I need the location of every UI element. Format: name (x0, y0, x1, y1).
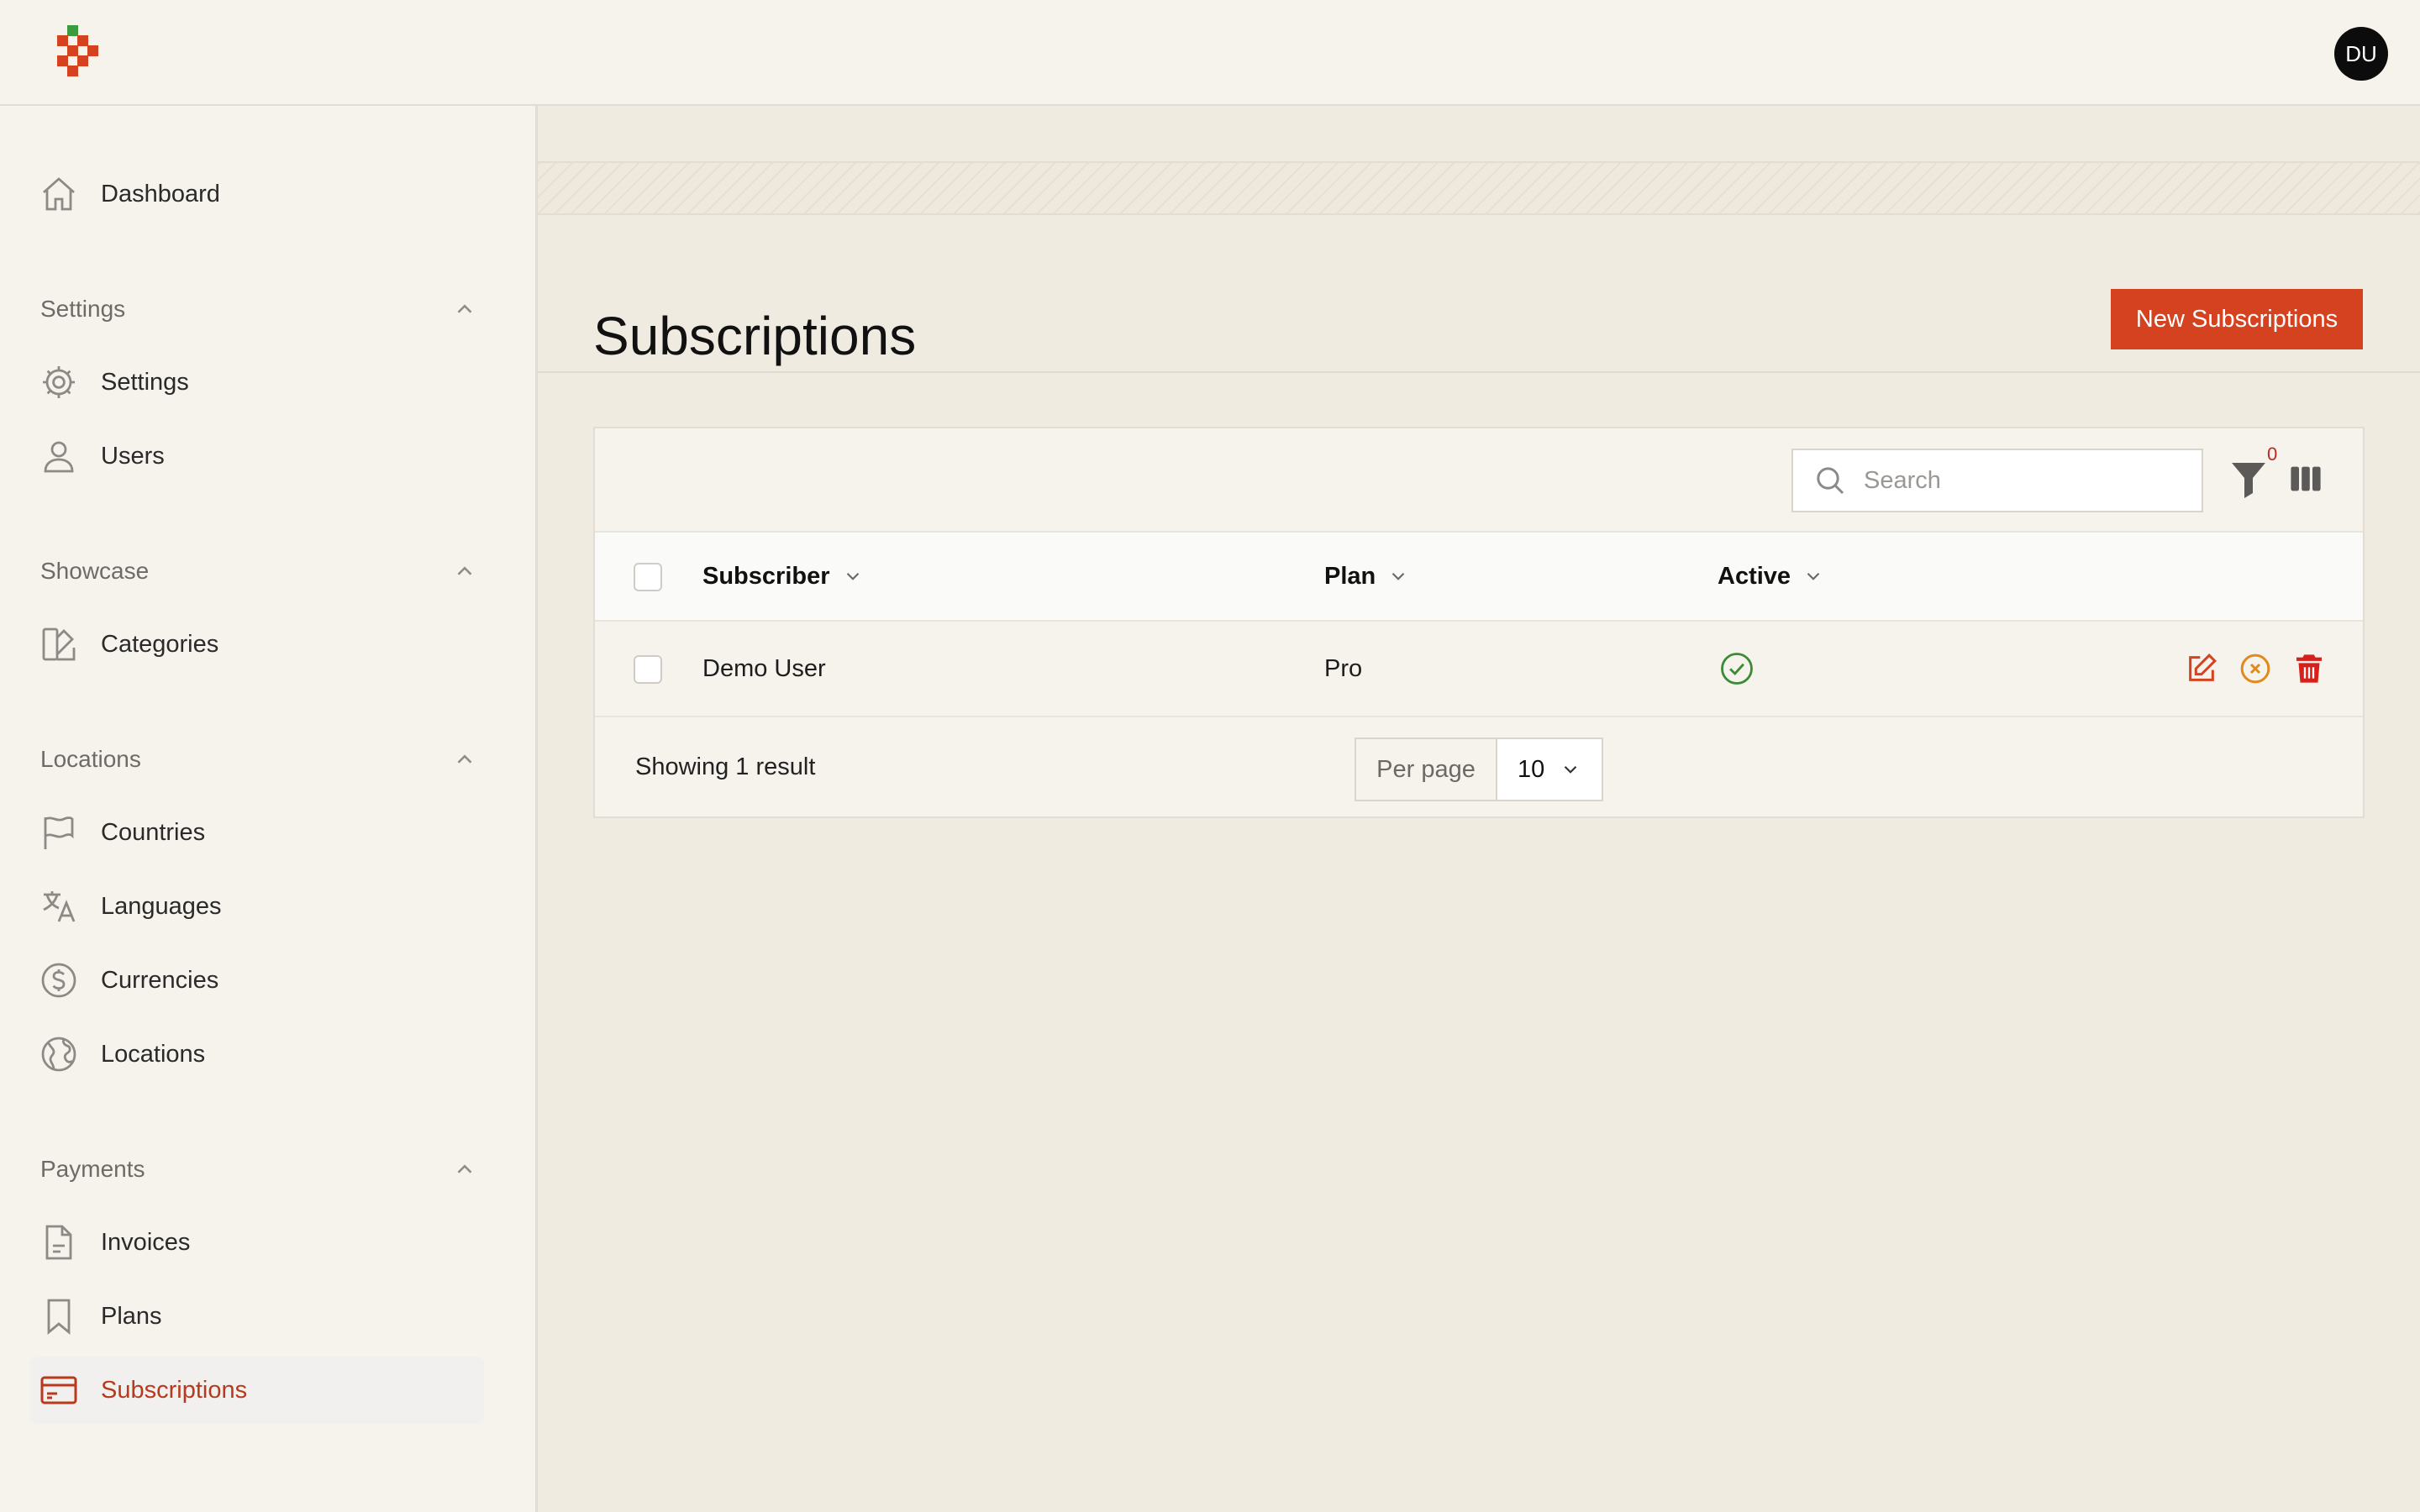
sidebar-item-invoices[interactable]: Invoices (30, 1209, 484, 1276)
bookmark-icon (47, 1299, 71, 1335)
sidebar-item-label: Locations (101, 1040, 206, 1068)
select-all-checkbox[interactable] (634, 563, 662, 591)
column-header-plan[interactable]: Plan (1324, 533, 1409, 620)
sidebar-item-label: Currencies (101, 966, 219, 994)
sidebar-item-categories[interactable]: Categories (30, 611, 484, 678)
sidebar-item-plans[interactable]: Plans (30, 1283, 484, 1350)
sidebar-item-label: Subscriptions (101, 1376, 248, 1404)
group-title: Showcase (40, 558, 150, 584)
column-label: Subscriber (702, 562, 830, 590)
check-circle-icon (1721, 653, 1753, 685)
document-icon (45, 1225, 72, 1260)
edit-icon[interactable] (2185, 652, 2218, 685)
column-header-active[interactable]: Active (1718, 533, 1824, 620)
result-count: Showing 1 result (635, 753, 816, 780)
sidebar-item-label: Invoices (101, 1228, 191, 1256)
table-footer: Showing 1 result Per page 10 (595, 717, 2363, 816)
per-page-selector[interactable]: Per page 10 (1355, 738, 1603, 801)
home-icon (43, 177, 75, 211)
search-box (1791, 449, 2203, 512)
user-icon (44, 441, 74, 473)
sidebar-item-label: Languages (101, 892, 222, 920)
sidebar-item-subscriptions[interactable]: Subscriptions (30, 1357, 484, 1424)
filter-count-badge: 0 (2267, 444, 2278, 465)
dollar-icon (41, 963, 76, 998)
table-header-row: Subscriber Plan Active (595, 531, 2363, 622)
categories-icon (42, 627, 76, 661)
chevron-down-icon (1392, 572, 1405, 580)
plan-cell: Pro (1324, 654, 1363, 682)
sidebar-item-settings[interactable]: Settings (30, 349, 484, 416)
sidebar-item-users[interactable]: Users (30, 423, 484, 490)
group-locations-toggle[interactable]: Locations (40, 738, 477, 780)
app-logo[interactable] (55, 24, 106, 82)
divider (538, 371, 2420, 373)
sidebar: Dashboard Settings Settings Users Showca… (0, 106, 538, 1512)
row-select-checkbox[interactable] (634, 655, 662, 684)
group-title: Locations (40, 746, 141, 772)
per-page-value: 10 (1518, 755, 1545, 783)
group-title: Settings (40, 296, 126, 322)
sidebar-item-dashboard[interactable]: Dashboard (30, 160, 484, 228)
sidebar-item-label: Countries (101, 818, 206, 846)
sidebar-item-label: Categories (101, 630, 219, 658)
flag-icon (44, 816, 74, 849)
trash-icon[interactable] (2292, 652, 2326, 685)
sidebar-item-label: Dashboard (101, 180, 220, 207)
sidebar-item-locations[interactable]: Locations (30, 1021, 484, 1088)
column-label: Active (1718, 562, 1791, 590)
subscriptions-table-card: 0 Subscriber Plan Active Demo User Pro (593, 427, 2365, 818)
page-title: Subscriptions (593, 305, 917, 366)
sidebar-item-label: Plans (101, 1302, 162, 1330)
chevron-down-icon (1564, 765, 1577, 774)
filter-icon[interactable] (2230, 459, 2267, 501)
per-page-select[interactable]: 10 (1497, 739, 1602, 800)
chevron-down-icon (846, 572, 859, 580)
decorative-hatch-band (538, 161, 2420, 215)
columns-icon[interactable] (2289, 465, 2323, 492)
chevron-down-icon (1807, 572, 1820, 580)
sidebar-item-countries[interactable]: Countries (30, 799, 484, 866)
group-showcase-toggle[interactable]: Showcase (40, 550, 477, 592)
new-subscription-button[interactable]: New Subscriptions (2111, 289, 2363, 349)
sidebar-item-label: Settings (101, 368, 189, 396)
table-row[interactable]: Demo User Pro (595, 622, 2363, 717)
group-title: Payments (40, 1156, 145, 1182)
chevron-up-icon (457, 1164, 472, 1173)
group-settings-toggle[interactable]: Settings (40, 288, 477, 330)
top-bar: DU (0, 0, 2420, 106)
chevron-up-icon (457, 304, 472, 313)
chevron-up-icon (457, 566, 472, 575)
sidebar-item-label: Users (101, 442, 165, 470)
sidebar-item-languages[interactable]: Languages (30, 873, 484, 940)
active-cell (1719, 622, 1754, 716)
group-payments-toggle[interactable]: Payments (40, 1148, 477, 1190)
per-page-label: Per page (1356, 739, 1497, 800)
user-avatar[interactable]: DU (2334, 27, 2388, 81)
sidebar-item-currencies[interactable]: Currencies (30, 947, 484, 1014)
column-label: Plan (1324, 562, 1376, 590)
search-icon (1817, 467, 1844, 495)
credit-card-icon (40, 1376, 77, 1404)
column-header-subscriber[interactable]: Subscriber (702, 533, 864, 620)
subscriber-cell: Demo User (702, 654, 826, 682)
cancel-circle-icon[interactable] (2238, 652, 2272, 685)
chevron-up-icon (457, 754, 472, 764)
globe-icon (41, 1037, 76, 1072)
search-input[interactable] (1862, 465, 2185, 496)
gear-icon (43, 366, 75, 398)
translate-icon (43, 891, 76, 922)
